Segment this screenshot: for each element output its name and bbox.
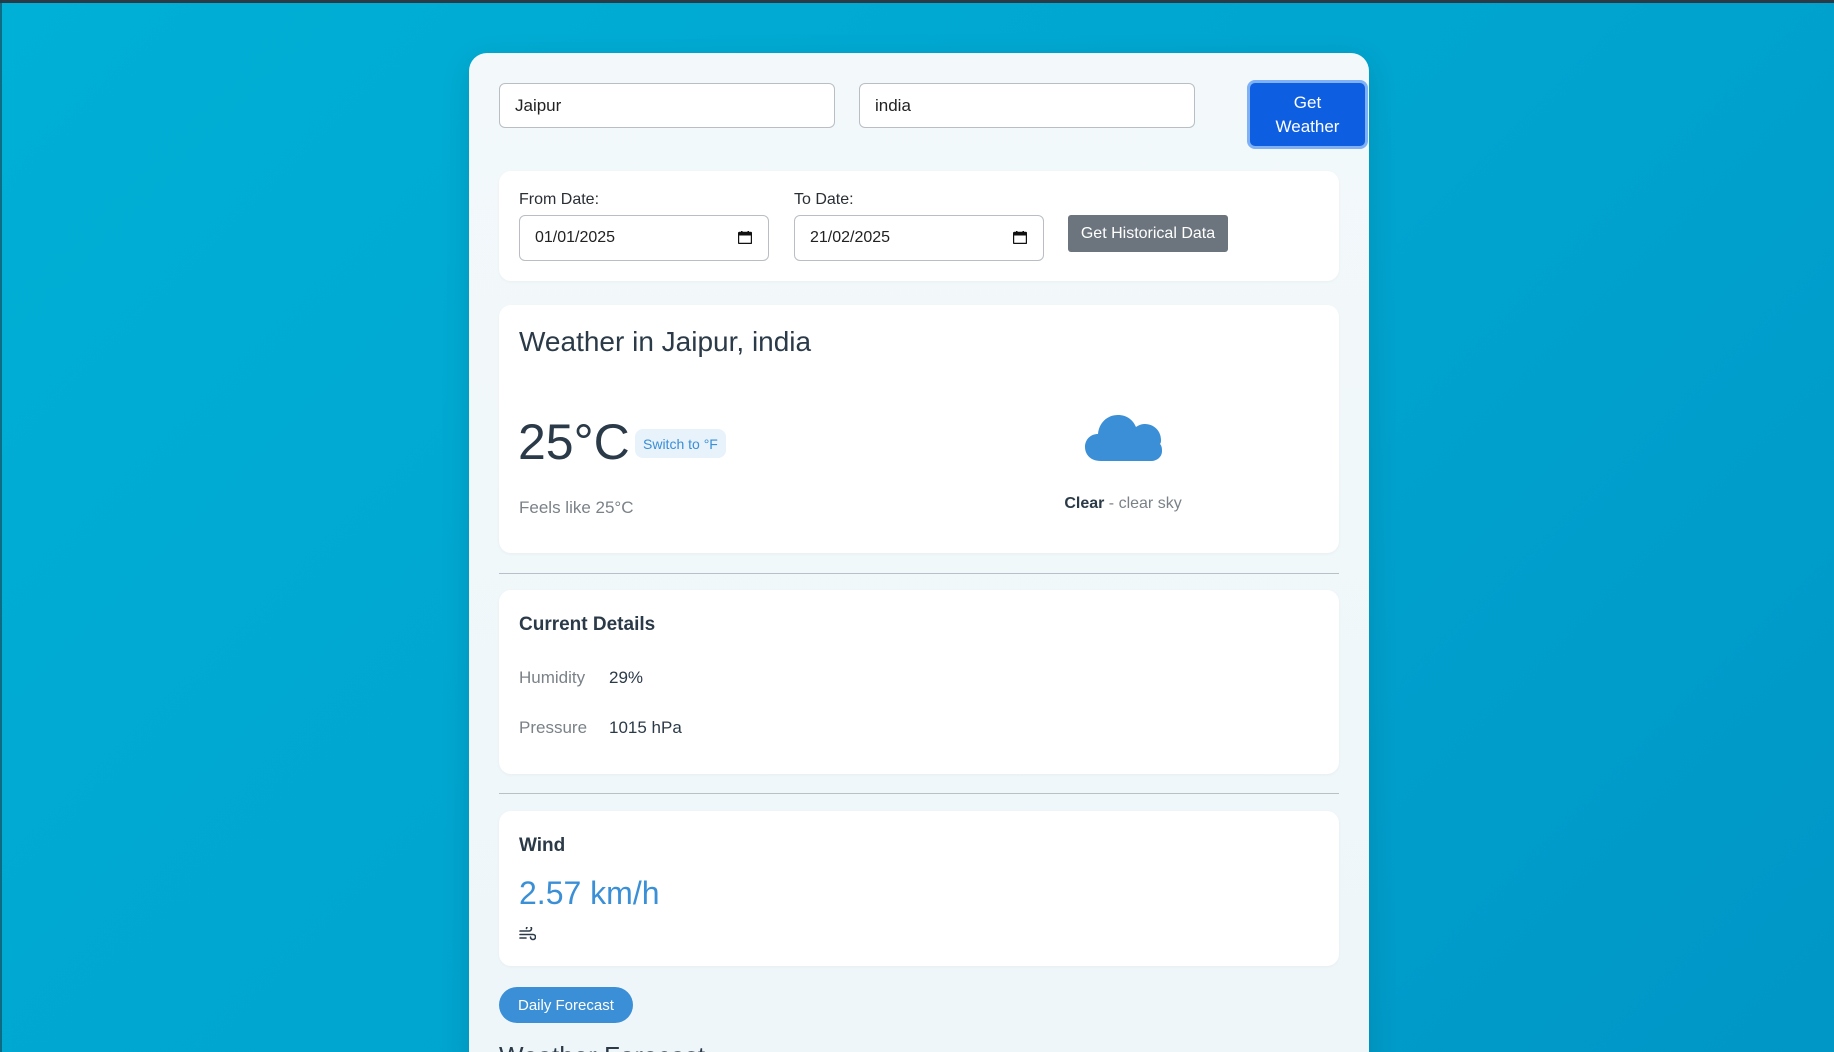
from-date-input[interactable]: 01/01/2025 — [519, 215, 769, 261]
humidity-value: 29% — [609, 668, 644, 687]
cloud-icon — [1085, 415, 1162, 461]
wind-title: Wind — [519, 835, 566, 856]
weather-app-card: Get Weather From Date: 01/01/2025 To Dat… — [469, 53, 1369, 1052]
wind-icon — [519, 927, 536, 941]
to-date-value: 21/02/2025 — [810, 229, 891, 246]
window-left-border — [0, 0, 2, 1052]
to-date-label: To Date: — [794, 191, 854, 208]
historical-date-panel: From Date: 01/01/2025 To Date: 21/02/202… — [499, 171, 1339, 281]
condition-main: Clear — [1064, 495, 1105, 512]
from-date-value: 01/01/2025 — [535, 229, 616, 246]
calendar-icon[interactable] — [1013, 231, 1027, 244]
current-details-title: Current Details — [519, 614, 656, 635]
section-divider — [499, 573, 1339, 574]
wind-speed-value: 2.57 km/h — [519, 875, 660, 911]
humidity-label: Humidity — [519, 668, 586, 687]
calendar-icon[interactable] — [738, 231, 752, 244]
get-historical-data-button[interactable]: Get Historical Data — [1068, 215, 1228, 252]
from-date-label: From Date: — [519, 191, 600, 208]
search-row: Get Weather — [499, 80, 1368, 153]
pressure-label: Pressure — [519, 718, 588, 737]
weather-condition: Clear - clear sky — [1019, 495, 1227, 513]
daily-forecast-button[interactable]: Daily Forecast — [499, 987, 633, 1023]
country-input[interactable] — [859, 83, 1195, 128]
current-weather-panel: Weather in Jaipur, india 25°C Switch to … — [499, 305, 1339, 553]
temperature-value: 25°C — [518, 414, 630, 470]
city-input[interactable] — [499, 83, 835, 128]
forecast-heading: Weather Forecast — [499, 1041, 705, 1052]
pressure-value: 1015 hPa — [609, 718, 682, 737]
current-details-panel: Current Details Humidity 29% Pressure 10… — [499, 590, 1339, 774]
wind-panel: Wind 2.57 km/h — [499, 811, 1339, 966]
unit-toggle-button[interactable]: Switch to °F — [635, 429, 726, 458]
to-date-input[interactable]: 21/02/2025 — [794, 215, 1044, 261]
weather-location-title: Weather in Jaipur, india — [519, 326, 812, 357]
get-weather-button[interactable]: Get Weather — [1247, 80, 1368, 149]
condition-separator: - — [1104, 495, 1119, 512]
condition-description: clear sky — [1118, 495, 1182, 512]
window-top-border — [0, 0, 1834, 3]
feels-like-text: Feels like 25°C — [519, 498, 634, 517]
section-divider — [499, 793, 1339, 794]
